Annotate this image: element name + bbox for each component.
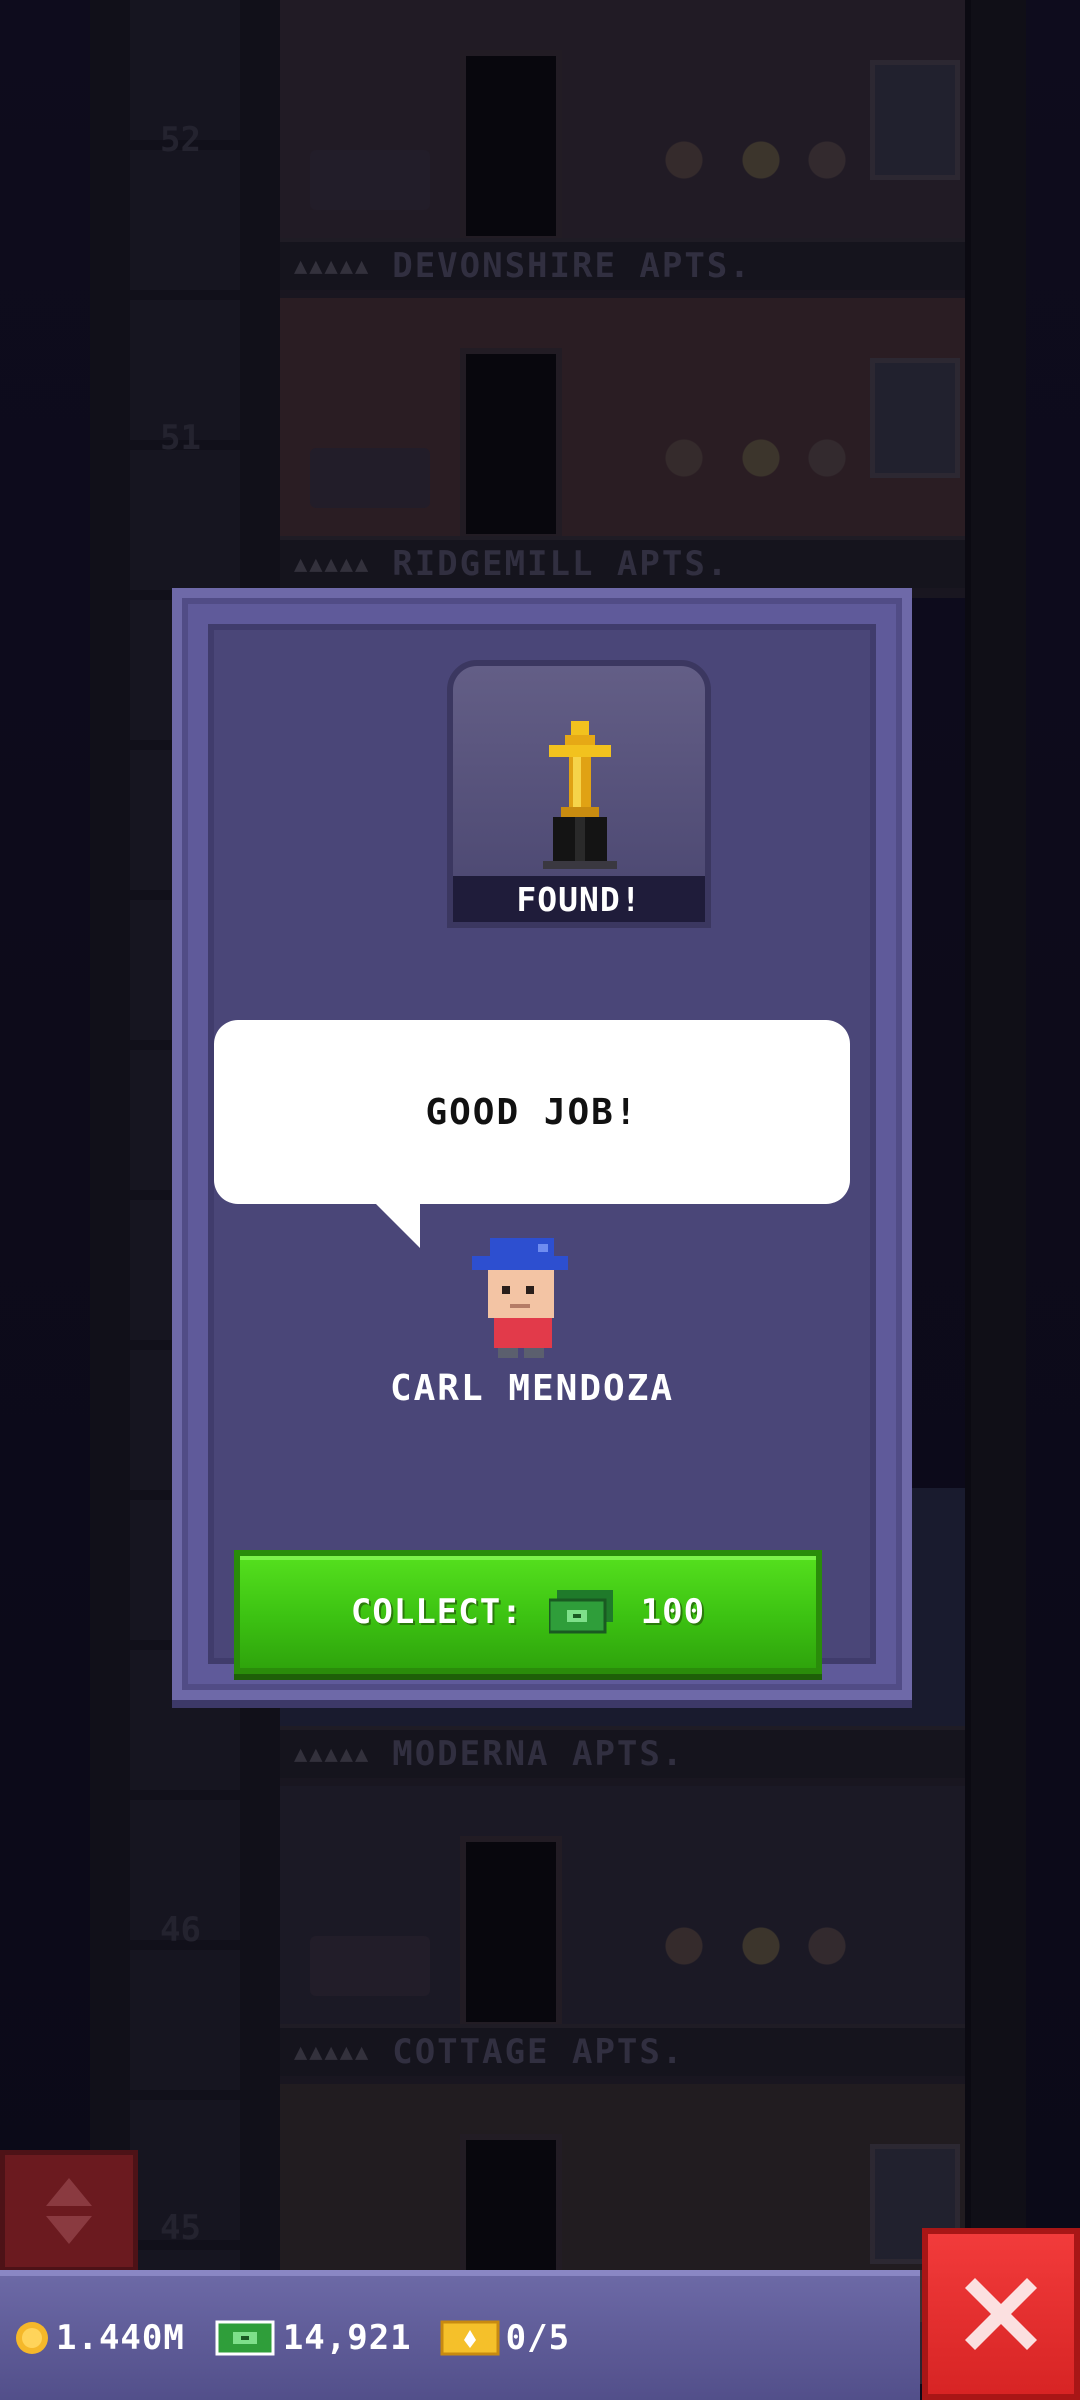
character-avatar xyxy=(472,1238,568,1358)
elevator-toggle-button[interactable] xyxy=(0,2150,138,2272)
found-dialog: FOUND! GOOD JOB! CARL MENDOZA COLLECT: 1… xyxy=(172,588,912,1700)
coins-stat: 1.440M xyxy=(14,2318,185,2358)
bux-value: 14,921 xyxy=(282,2318,412,2358)
currency-bar: 1.440M 14,921 0/5 xyxy=(0,2270,920,2400)
character-name: CARL MENDOZA xyxy=(389,1368,675,1409)
dialog-panel: FOUND! GOOD JOB! CARL MENDOZA COLLECT: 1… xyxy=(208,624,876,1674)
up-down-arrows-icon xyxy=(46,2178,92,2244)
gold-coin-icon xyxy=(16,2322,48,2354)
speech-bubble: GOOD JOB! xyxy=(214,1020,850,1204)
found-item-card: FOUND! xyxy=(447,660,711,928)
collect-amount: 100 xyxy=(640,1592,706,1632)
found-label: FOUND! xyxy=(453,876,705,922)
bux-stat: 14,921 xyxy=(213,2318,412,2358)
close-icon xyxy=(965,2278,1037,2350)
speech-text: GOOD JOB! xyxy=(425,1091,639,1133)
golden-ticket-icon xyxy=(440,2320,500,2356)
tickets-value: 0/5 xyxy=(505,2318,571,2358)
collect-label: COLLECT: xyxy=(350,1592,523,1632)
tickets-stat: 0/5 xyxy=(440,2318,570,2358)
bux-cash-icon xyxy=(548,1590,613,1634)
bux-cash-icon xyxy=(215,2320,275,2356)
coins-value: 1.440M xyxy=(56,2318,185,2358)
collect-button[interactable]: COLLECT: 100 xyxy=(234,1550,822,1674)
speech-bubble-tail xyxy=(374,1202,420,1248)
golden-trophy-icon xyxy=(543,721,617,869)
close-button[interactable] xyxy=(922,2228,1080,2400)
